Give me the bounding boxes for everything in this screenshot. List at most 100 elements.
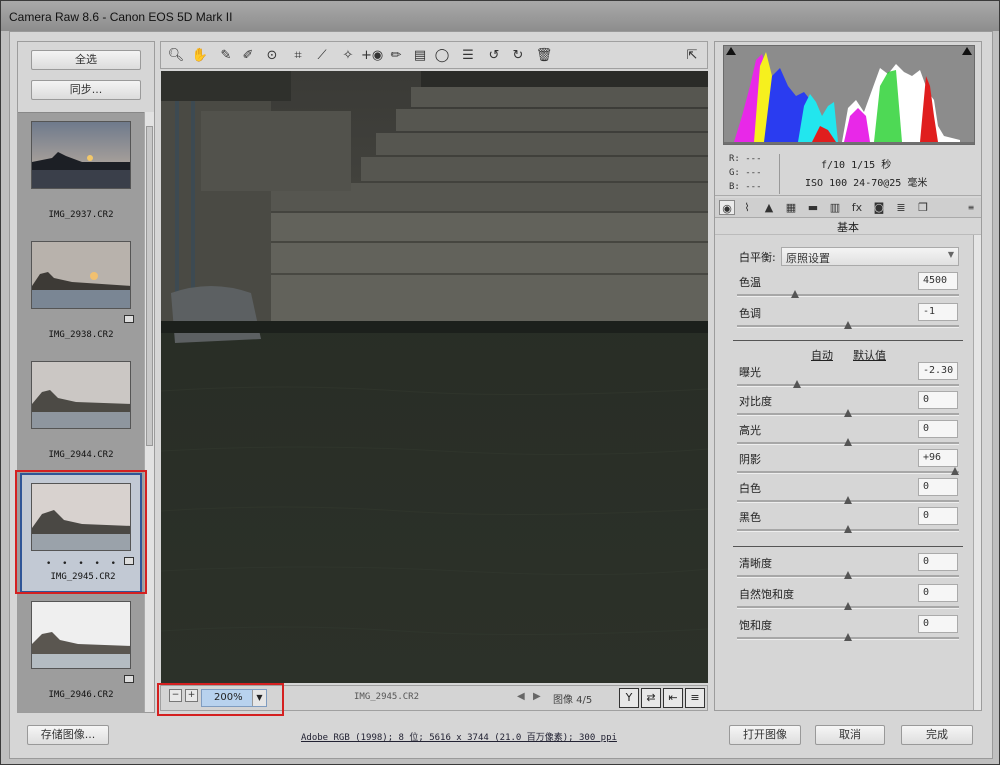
slider-track[interactable] — [737, 290, 959, 298]
thumbnail-image — [31, 121, 131, 189]
iso-lens: ISO 100 24-70@25 毫米 — [805, 178, 928, 189]
shadow-clipping-icon[interactable] — [726, 47, 736, 55]
slider-value-field[interactable]: 0 — [918, 507, 958, 525]
slider-value-field[interactable]: -2.30 — [918, 362, 958, 380]
panel-menu-icon[interactable]: ≡ — [963, 200, 979, 215]
panel-scrollbar[interactable] — [973, 235, 981, 710]
filmstrip-item[interactable]: IMG_2946.CR2 — [18, 593, 144, 713]
slider-handle[interactable] — [793, 380, 801, 388]
slider-track[interactable] — [737, 438, 959, 446]
slider-track[interactable] — [737, 496, 959, 504]
divider — [733, 340, 963, 341]
next-image-icon[interactable]: ▶ — [533, 691, 541, 702]
save-image-button[interactable]: 存储图像... — [27, 725, 109, 745]
effects-tab-icon[interactable]: fx — [849, 200, 865, 215]
cancel-button[interactable]: 取消 — [815, 725, 885, 745]
snapshots-tab-icon[interactable]: ❐ — [915, 200, 931, 215]
slider-handle[interactable] — [844, 438, 852, 446]
filmstrip-item[interactable]: IMG_2944.CR2 — [18, 353, 144, 473]
fullscreen-icon[interactable]: ⇱ — [683, 47, 701, 65]
previous-image-icon[interactable]: ◀ — [517, 691, 525, 702]
copy-settings-icon[interactable]: ⇤ — [663, 688, 683, 708]
slider-track[interactable] — [737, 602, 959, 610]
slider-handle[interactable] — [844, 321, 852, 329]
presets-tab-icon[interactable]: ≣ — [893, 200, 909, 215]
target-adjust-icon[interactable]: ⊙ — [263, 47, 281, 65]
tone-curve-tab-icon[interactable]: ⌇ — [739, 200, 755, 215]
slider-track[interactable] — [737, 525, 959, 533]
slider-value-field[interactable]: 0 — [918, 584, 958, 602]
trash-icon[interactable]: 🗑︎ — [535, 47, 553, 65]
straighten-icon[interactable]: ⟋ — [313, 47, 331, 65]
sync-button[interactable]: 同步... — [31, 80, 141, 100]
slider-handle[interactable] — [951, 467, 959, 475]
slider-track[interactable] — [737, 380, 959, 388]
slider-handle[interactable] — [844, 602, 852, 610]
split-toning-tab-icon[interactable]: ▬ — [805, 200, 821, 215]
green-readout: G: --- — [729, 168, 762, 178]
white-balance-label: 白平衡: — [739, 251, 776, 264]
slider-handle[interactable] — [791, 290, 799, 298]
filmstrip-item[interactable]: IMG_2938.CR2 — [18, 233, 144, 353]
slider-value-field[interactable]: 4500 — [918, 272, 958, 290]
spot-removal-icon[interactable]: ✧ — [339, 47, 357, 65]
crop-icon[interactable]: ⌗ — [289, 47, 307, 65]
hsl-tab-icon[interactable]: ▦ — [783, 200, 799, 215]
color-sampler-icon[interactable]: ✐ — [239, 47, 257, 65]
slider-handle[interactable] — [844, 496, 852, 504]
rotate-right-icon[interactable]: ↻ — [509, 47, 527, 65]
open-image-button[interactable]: 打开图像 — [729, 725, 801, 745]
rotate-left-icon[interactable]: ↺ — [485, 47, 503, 65]
slider-track[interactable] — [737, 467, 959, 475]
camera-calibration-tab-icon[interactable]: ◙ — [871, 200, 887, 215]
divider — [733, 546, 963, 547]
settings-toggle-icon[interactable]: ≡ — [685, 688, 705, 708]
slider-track[interactable] — [737, 633, 959, 641]
workflow-options-link[interactable]: Adobe RGB (1998); 8 位; 5616 x 3744 (21.0… — [301, 730, 617, 743]
done-button[interactable]: 完成 — [901, 725, 973, 745]
slider-label: 白色 — [739, 482, 761, 495]
image-preview[interactable] — [161, 71, 708, 683]
slider-value-field[interactable]: 0 — [918, 553, 958, 571]
scrollbar-thumb[interactable] — [146, 126, 153, 446]
slider-value-field[interactable]: 0 — [918, 391, 958, 409]
slider-value-field[interactable]: 0 — [918, 478, 958, 496]
preferences-icon[interactable]: ☰ — [459, 47, 477, 65]
slider-handle[interactable] — [844, 409, 852, 417]
slider-track[interactable] — [737, 409, 959, 417]
slider-value-field[interactable]: 0 — [918, 615, 958, 633]
auto-link[interactable]: 自动 — [811, 347, 833, 363]
filmstrip-scrollbar[interactable] — [144, 112, 154, 712]
highlight-box — [157, 683, 284, 716]
slider-label: 自然饱和度 — [739, 588, 794, 601]
slider-handle[interactable] — [844, 525, 852, 533]
image-counter: 图像 4/5 — [553, 695, 593, 706]
white-balance-select[interactable]: 原照设置 ▼ — [781, 247, 959, 266]
toggle-view-icon[interactable]: ⇄ — [641, 688, 661, 708]
hand-icon[interactable]: ✋ — [191, 47, 209, 65]
red-eye-icon[interactable]: +◉ — [361, 47, 383, 65]
thumbnail-label: IMG_2938.CR2 — [48, 330, 114, 340]
radial-filter-icon[interactable]: ◯ — [433, 47, 451, 65]
zoom-icon[interactable]: 🔍︎ — [167, 47, 185, 65]
slider-value-field[interactable]: +96 — [918, 449, 958, 467]
slider-value-field[interactable]: -1 — [918, 303, 958, 321]
slider-value-field[interactable]: 0 — [918, 420, 958, 438]
select-all-button[interactable]: 全选 — [31, 50, 141, 70]
lens-corrections-tab-icon[interactable]: ▥ — [827, 200, 843, 215]
before-after-icon[interactable]: Y — [619, 688, 639, 708]
slider-label: 黑色 — [739, 511, 761, 524]
default-link[interactable]: 默认值 — [853, 347, 886, 363]
slider-handle[interactable] — [844, 633, 852, 641]
basic-tab-icon[interactable]: ◉ — [719, 200, 735, 215]
slider-track[interactable] — [737, 571, 959, 579]
slider-track[interactable] — [737, 321, 959, 329]
adjustment-brush-icon[interactable]: ✏ — [387, 47, 405, 65]
thumbnail-image — [31, 241, 131, 309]
highlight-clipping-icon[interactable] — [962, 47, 972, 55]
white-balance-icon[interactable]: ✎ — [217, 47, 235, 65]
graduated-filter-icon[interactable]: ▤ — [411, 47, 429, 65]
filmstrip-item[interactable]: IMG_2937.CR2 — [18, 113, 144, 233]
detail-tab-icon[interactable]: ▲ — [761, 200, 777, 215]
slider-handle[interactable] — [844, 571, 852, 579]
